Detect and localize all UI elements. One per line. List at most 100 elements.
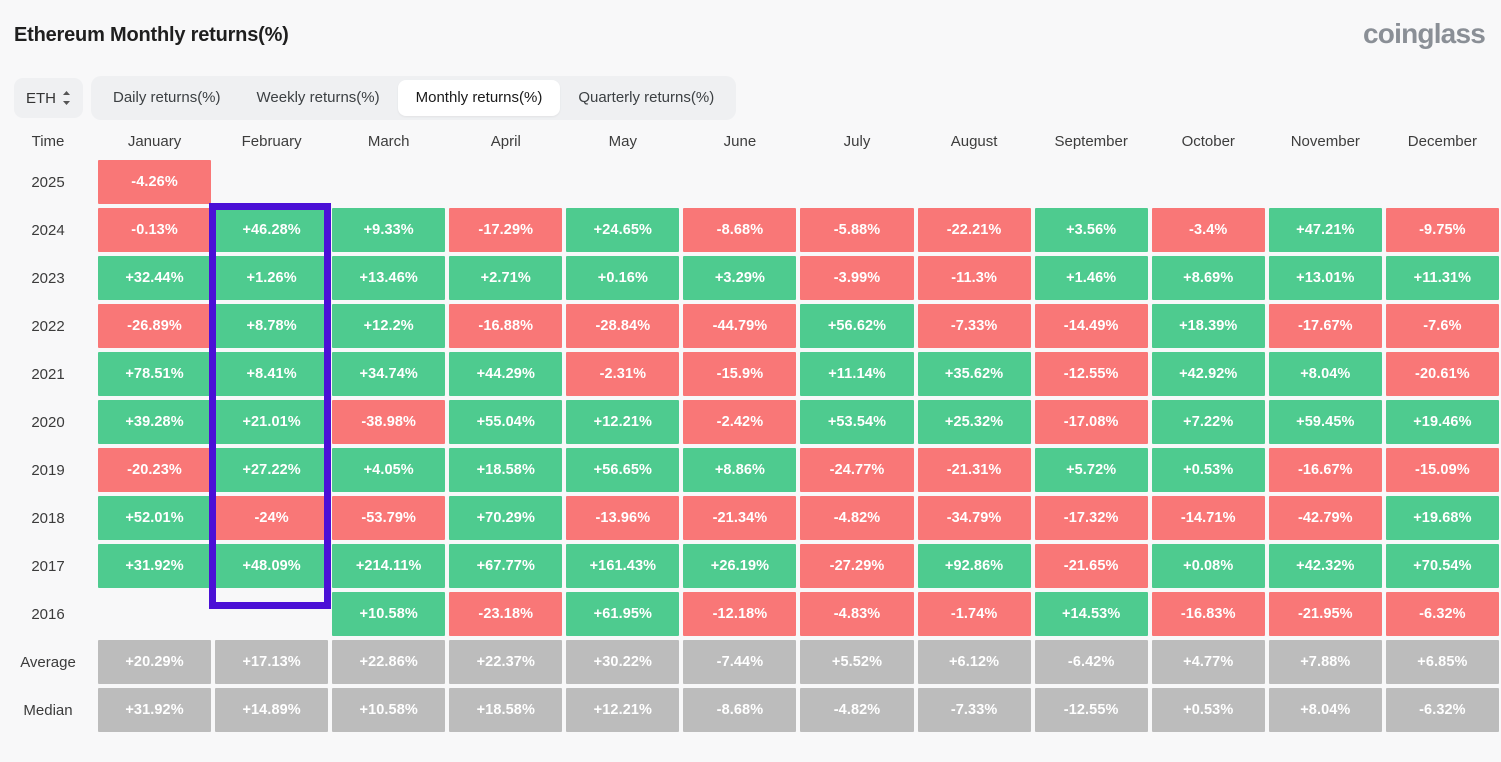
return-cell[interactable]: +8.86%	[683, 448, 796, 492]
return-cell[interactable]: -5.88%	[800, 208, 913, 252]
return-cell[interactable]: +14.53%	[1035, 592, 1148, 636]
return-cell[interactable]: +56.65%	[566, 448, 679, 492]
return-cell[interactable]: +26.19%	[683, 544, 796, 588]
return-cell[interactable]: +1.46%	[1035, 256, 1148, 300]
return-cell[interactable]: +11.14%	[800, 352, 913, 396]
return-cell[interactable]: -6.42%	[1035, 640, 1148, 684]
return-cell[interactable]: +12.21%	[566, 688, 679, 732]
return-cell[interactable]	[1269, 160, 1382, 204]
return-cell[interactable]	[98, 592, 211, 636]
return-cell[interactable]: -26.89%	[98, 304, 211, 348]
return-cell[interactable]: +0.53%	[1152, 688, 1265, 732]
return-cell[interactable]: -6.32%	[1386, 688, 1499, 732]
return-cell[interactable]: +4.77%	[1152, 640, 1265, 684]
return-cell[interactable]	[1386, 160, 1499, 204]
return-cell[interactable]: -17.67%	[1269, 304, 1382, 348]
return-cell[interactable]: -21.95%	[1269, 592, 1382, 636]
return-cell[interactable]: -16.67%	[1269, 448, 1382, 492]
return-cell[interactable]: -38.98%	[332, 400, 445, 444]
return-cell[interactable]: +67.77%	[449, 544, 562, 588]
return-cell[interactable]: -12.55%	[1035, 352, 1148, 396]
return-cell[interactable]	[449, 160, 562, 204]
return-cell[interactable]: +22.37%	[449, 640, 562, 684]
return-cell[interactable]: +2.71%	[449, 256, 562, 300]
return-cell[interactable]: -17.08%	[1035, 400, 1148, 444]
return-cell[interactable]: +24.65%	[566, 208, 679, 252]
return-cell[interactable]: -12.55%	[1035, 688, 1148, 732]
return-cell[interactable]: +13.01%	[1269, 256, 1382, 300]
return-cell[interactable]: +59.45%	[1269, 400, 1382, 444]
return-cell[interactable]: +42.32%	[1269, 544, 1382, 588]
return-cell[interactable]: -4.82%	[800, 496, 913, 540]
return-cell[interactable]: +48.09%	[215, 544, 328, 588]
return-cell[interactable]: +22.86%	[332, 640, 445, 684]
tab-monthly-returns[interactable]: Monthly returns(%)	[398, 80, 561, 116]
return-cell[interactable]: +70.54%	[1386, 544, 1499, 588]
return-cell[interactable]: +32.44%	[98, 256, 211, 300]
return-cell[interactable]: +8.04%	[1269, 352, 1382, 396]
return-cell[interactable]: +39.28%	[98, 400, 211, 444]
return-cell[interactable]: -28.84%	[566, 304, 679, 348]
return-cell[interactable]	[1035, 160, 1148, 204]
return-cell[interactable]: +55.04%	[449, 400, 562, 444]
return-cell[interactable]	[800, 160, 913, 204]
return-cell[interactable]: +12.2%	[332, 304, 445, 348]
return-cell[interactable]: -21.31%	[918, 448, 1031, 492]
return-cell[interactable]: +8.04%	[1269, 688, 1382, 732]
return-cell[interactable]: +8.41%	[215, 352, 328, 396]
return-cell[interactable]: +47.21%	[1269, 208, 1382, 252]
return-cell[interactable]: -21.65%	[1035, 544, 1148, 588]
return-cell[interactable]: -15.9%	[683, 352, 796, 396]
return-cell[interactable]: +12.21%	[566, 400, 679, 444]
return-cell[interactable]: -16.83%	[1152, 592, 1265, 636]
return-cell[interactable]: +5.72%	[1035, 448, 1148, 492]
return-cell[interactable]: +0.53%	[1152, 448, 1265, 492]
return-cell[interactable]: +6.12%	[918, 640, 1031, 684]
return-cell[interactable]: +18.58%	[449, 448, 562, 492]
return-cell[interactable]: -17.29%	[449, 208, 562, 252]
return-cell[interactable]: -44.79%	[683, 304, 796, 348]
return-cell[interactable]: +31.92%	[98, 544, 211, 588]
return-cell[interactable]: +19.68%	[1386, 496, 1499, 540]
return-cell[interactable]: -7.33%	[918, 304, 1031, 348]
return-cell[interactable]: -42.79%	[1269, 496, 1382, 540]
tab-weekly-returns[interactable]: Weekly returns(%)	[239, 80, 398, 116]
return-cell[interactable]: +14.89%	[215, 688, 328, 732]
return-cell[interactable]: -0.13%	[98, 208, 211, 252]
return-cell[interactable]: -20.61%	[1386, 352, 1499, 396]
return-cell[interactable]: -15.09%	[1386, 448, 1499, 492]
return-cell[interactable]: -16.88%	[449, 304, 562, 348]
return-cell[interactable]: -22.21%	[918, 208, 1031, 252]
return-cell[interactable]: +10.58%	[332, 592, 445, 636]
return-cell[interactable]: -2.31%	[566, 352, 679, 396]
return-cell[interactable]: -14.49%	[1035, 304, 1148, 348]
return-cell[interactable]: +7.88%	[1269, 640, 1382, 684]
return-cell[interactable]: +8.69%	[1152, 256, 1265, 300]
return-cell[interactable]: +34.74%	[332, 352, 445, 396]
return-cell[interactable]: +46.28%	[215, 208, 328, 252]
return-cell[interactable]: -11.3%	[918, 256, 1031, 300]
return-cell[interactable]: -13.96%	[566, 496, 679, 540]
return-cell[interactable]: +42.92%	[1152, 352, 1265, 396]
return-cell[interactable]: -21.34%	[683, 496, 796, 540]
return-cell[interactable]: -1.74%	[918, 592, 1031, 636]
return-cell[interactable]: +31.92%	[98, 688, 211, 732]
return-cell[interactable]: +214.11%	[332, 544, 445, 588]
return-cell[interactable]: +61.95%	[566, 592, 679, 636]
return-cell[interactable]: +52.01%	[98, 496, 211, 540]
return-cell[interactable]	[215, 160, 328, 204]
return-cell[interactable]: +4.05%	[332, 448, 445, 492]
return-cell[interactable]: -7.44%	[683, 640, 796, 684]
return-cell[interactable]: -53.79%	[332, 496, 445, 540]
return-cell[interactable]: +0.16%	[566, 256, 679, 300]
return-cell[interactable]: +3.56%	[1035, 208, 1148, 252]
return-cell[interactable]: -4.83%	[800, 592, 913, 636]
return-cell[interactable]: +27.22%	[215, 448, 328, 492]
return-cell[interactable]: +1.26%	[215, 256, 328, 300]
return-cell[interactable]: -17.32%	[1035, 496, 1148, 540]
return-cell[interactable]	[918, 160, 1031, 204]
return-cell[interactable]: -27.29%	[800, 544, 913, 588]
return-cell[interactable]	[1152, 160, 1265, 204]
return-cell[interactable]: +7.22%	[1152, 400, 1265, 444]
return-cell[interactable]: +18.58%	[449, 688, 562, 732]
